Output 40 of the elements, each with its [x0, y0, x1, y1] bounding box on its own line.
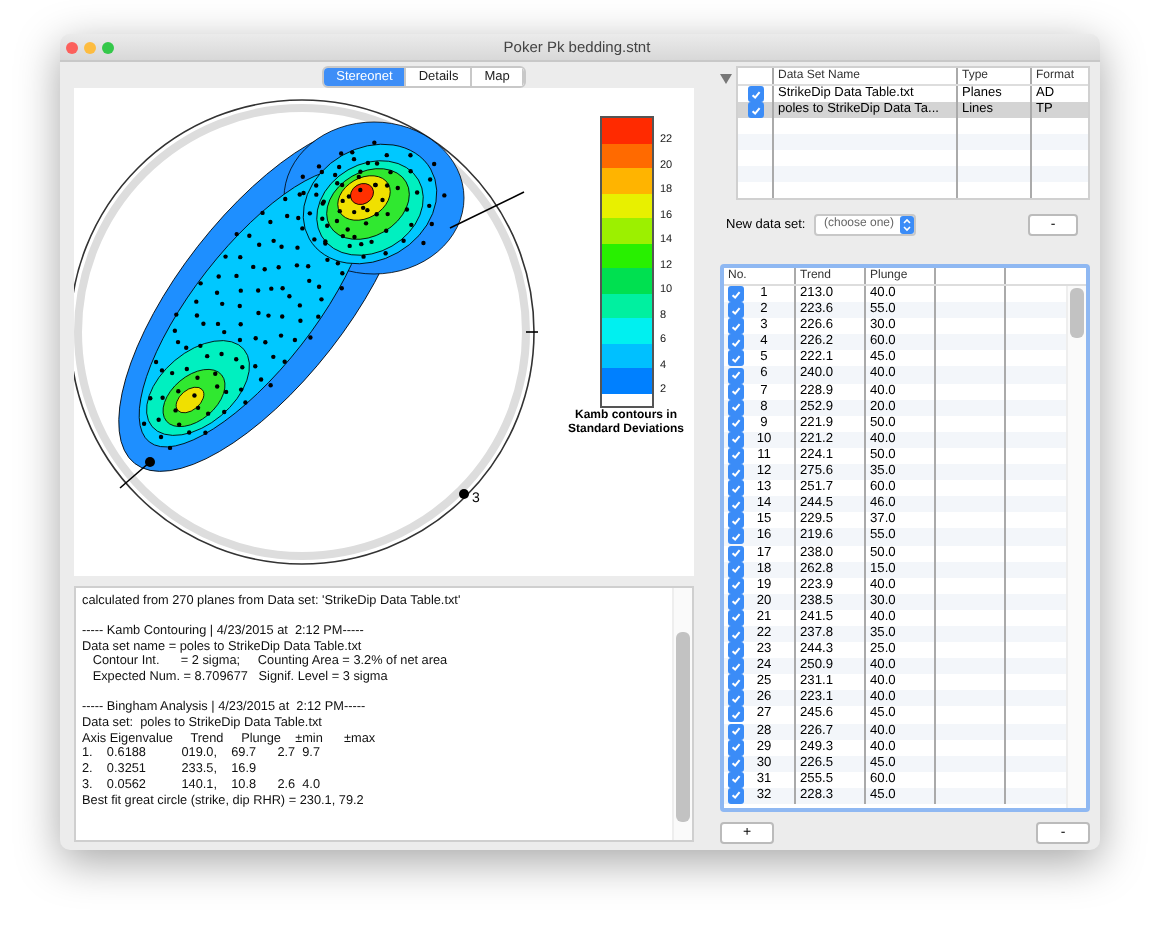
checkbox[interactable]	[728, 447, 744, 464]
checkbox[interactable]	[728, 399, 744, 416]
checkbox[interactable]	[728, 367, 744, 384]
checkbox[interactable]	[728, 431, 744, 448]
checkbox[interactable]	[728, 739, 744, 756]
disclosure-triangle-icon[interactable]	[720, 74, 732, 84]
checkbox[interactable]	[728, 755, 744, 772]
report-text-area[interactable]	[74, 586, 694, 842]
checkbox[interactable]	[728, 383, 744, 400]
checkbox[interactable]	[728, 658, 744, 675]
checkbox[interactable]	[728, 464, 744, 481]
checkbox[interactable]	[747, 86, 763, 102]
checkbox[interactable]	[728, 626, 744, 643]
checkbox[interactable]	[728, 593, 744, 610]
close-icon[interactable]	[66, 41, 78, 53]
checkbox[interactable]	[728, 690, 744, 707]
checkbox[interactable]	[728, 528, 744, 545]
checkbox[interactable]	[728, 609, 744, 626]
zoom-icon[interactable]	[102, 41, 114, 53]
scrollbar[interactable]	[672, 588, 692, 840]
checkbox[interactable]	[728, 334, 744, 351]
checkbox[interactable]	[728, 415, 744, 432]
checkbox[interactable]	[728, 706, 744, 723]
checkbox[interactable]	[728, 496, 744, 513]
checkbox[interactable]	[728, 642, 744, 659]
checkbox[interactable]	[728, 350, 744, 367]
checkbox[interactable]	[728, 577, 744, 594]
checkbox[interactable]	[728, 674, 744, 691]
checkbox[interactable]	[728, 561, 744, 578]
checkbox[interactable]	[747, 102, 763, 118]
checkbox[interactable]	[728, 723, 744, 740]
checkbox[interactable]	[728, 512, 744, 529]
checkbox[interactable]	[728, 480, 744, 497]
stepper-icon	[900, 215, 915, 233]
checkbox[interactable]	[728, 787, 744, 804]
checkbox[interactable]	[728, 318, 744, 335]
checkbox[interactable]	[728, 771, 744, 788]
checkbox[interactable]	[728, 302, 744, 319]
checkbox[interactable]	[728, 286, 744, 303]
scrollbar[interactable]	[1066, 286, 1086, 808]
